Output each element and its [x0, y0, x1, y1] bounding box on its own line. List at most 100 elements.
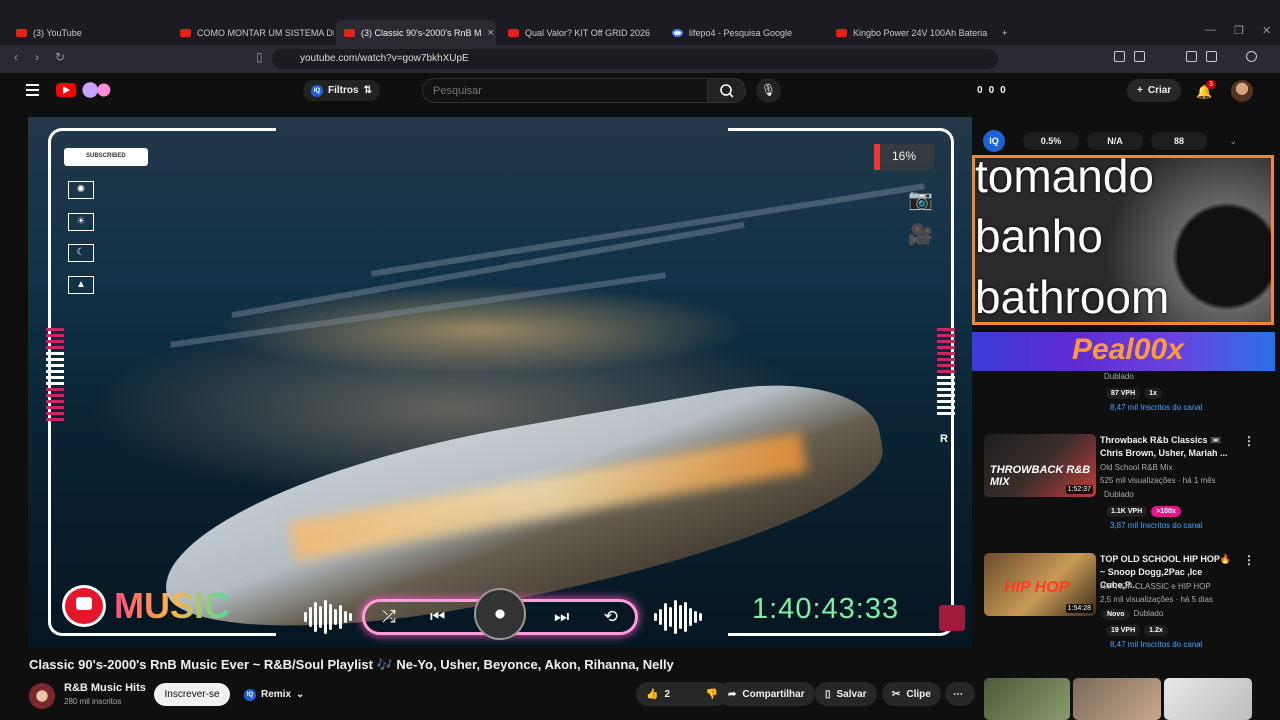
subscriber-count: 280 mil inscritos	[64, 697, 122, 706]
search-input[interactable]	[422, 78, 708, 103]
search-icon	[720, 84, 734, 98]
sidebar-icon[interactable]	[1186, 51, 1197, 62]
tab-como-montar[interactable]: COMO MONTAR UM SISTEMA DE EN	[172, 20, 334, 45]
vph-row: 1.1K VPH >100x	[1106, 506, 1185, 517]
camera-icon: 📷	[908, 189, 933, 211]
new-tab-button[interactable]: +	[994, 20, 1014, 45]
youtube-music-icon	[62, 585, 106, 627]
channel-avatar[interactable]	[29, 683, 55, 709]
forward-icon[interactable]: ›	[35, 50, 39, 64]
extension-icon[interactable]	[1134, 51, 1145, 62]
sun-icon: ☀	[68, 213, 94, 231]
minimize-icon[interactable]: —	[1205, 24, 1216, 36]
tab-kit-off-grid[interactable]: Qual Valor? KIT Off GRID 2026	[500, 20, 662, 45]
new-dubbed-row: Novo Dublado	[1102, 609, 1163, 620]
tab-kingbo-power[interactable]: Kingbo Power 24V 100Ah Bateria Lifepo4	[828, 20, 990, 45]
vph-row: 87 VPH 1x	[1106, 388, 1166, 399]
wallet-icon[interactable]	[1206, 51, 1217, 62]
remix-button[interactable]: IQ Remix ⌄	[238, 683, 310, 706]
google-favicon-icon	[672, 28, 683, 37]
reload-icon[interactable]: ↻	[55, 50, 65, 64]
address-bar-row: youtube.com/watch?v=gow7bkhXUpE	[0, 45, 1280, 73]
shuffle-icon: ⤮	[382, 607, 396, 626]
more-vert-icon[interactable]: ⋮	[1243, 434, 1255, 448]
close-tab-icon[interactable]: ×	[487, 27, 493, 39]
chevron-down-icon: ⌄	[296, 689, 305, 700]
repeat-icon: ⟲	[603, 607, 618, 626]
tab-youtube[interactable]: (3) YouTube	[8, 20, 170, 45]
thumbs-up-icon: 👍	[646, 688, 659, 700]
rec-thumbnail[interactable]: THROWBACK R&B MIX 1:52:37	[984, 434, 1096, 497]
iq-icon: IQ	[311, 84, 323, 97]
save-button[interactable]: ▯ Salvar	[815, 682, 877, 706]
youtube-favicon-icon	[16, 28, 27, 37]
rec-thumbnail[interactable]	[1073, 678, 1161, 720]
scissors-icon: ✂	[892, 688, 901, 700]
tab-google-search[interactable]: lifepo4 - Pesquisa Google	[664, 20, 826, 45]
channel-stats: 000	[977, 85, 1006, 96]
notification-badge: 3	[1206, 80, 1216, 89]
webcam-overlay: tomando banho bathroom	[972, 155, 1274, 325]
chevron-down-icon[interactable]: ⌄	[1229, 136, 1237, 147]
doodle-logo[interactable]	[80, 81, 114, 99]
rec-thumbnail[interactable]: HIP HOP 1:54:28	[984, 553, 1096, 616]
rec-thumbnail[interactable]	[1164, 678, 1252, 720]
percent-indicator: 16%	[874, 144, 934, 170]
shield-icon[interactable]	[1246, 51, 1257, 62]
bookmark-icon[interactable]: ▯	[256, 50, 263, 64]
waveform-right	[654, 600, 702, 634]
video-camera-icon: 🎥	[908, 224, 933, 246]
mic-icon[interactable]: 🎙	[756, 78, 781, 103]
create-button[interactable]: + Criar	[1127, 79, 1182, 102]
url-field[interactable]: youtube.com/watch?v=gow7bkhXUpE	[272, 49, 998, 69]
iq-stats-bar: IQ 0.5% N/A 88 ⌄	[983, 129, 1249, 153]
subscribe-button[interactable]: Inscrever-se	[154, 683, 230, 706]
restore-icon[interactable]: ❐	[1234, 24, 1244, 37]
save-icon: ▯	[825, 688, 831, 700]
dubbed-label: Dublado	[1104, 372, 1134, 381]
like-button[interactable]: 👍 2 👎	[636, 682, 728, 706]
more-vert-icon[interactable]: ⋮	[1243, 553, 1255, 567]
search-button[interactable]	[708, 78, 746, 103]
timer-display: 1:40:43:33	[752, 593, 900, 625]
plus-icon: +	[1137, 85, 1143, 96]
menu-icon[interactable]	[26, 84, 39, 96]
iq-icon: IQ	[983, 130, 1005, 152]
back-icon[interactable]: ‹	[14, 50, 18, 64]
tab-classic-rnb[interactable]: (3) Classic 90's-2000's RnB M ×	[336, 20, 496, 45]
brightness-icon: ✺	[68, 181, 94, 199]
extension-icon[interactable]	[1114, 51, 1125, 62]
share-icon: ➦	[728, 688, 737, 700]
sliders-icon: ⇅	[363, 85, 372, 96]
store-favicon-icon	[836, 28, 847, 37]
image-icon: ▲	[68, 276, 94, 294]
youtube-favicon-icon	[344, 28, 355, 37]
channel-name[interactable]: R&B Music Hits	[64, 682, 146, 694]
youtube-logo[interactable]	[56, 83, 76, 97]
rec-title[interactable]: Throwback R&b Classics 📼 Chris Brown, Us…	[1100, 434, 1235, 460]
share-button[interactable]: ➦ Compartilhar	[718, 682, 815, 706]
overlay-frame-left	[48, 128, 276, 636]
close-window-icon[interactable]: ✕	[1262, 24, 1271, 37]
vph-row: 19 VPH 1.2x	[1106, 625, 1172, 636]
youtube-favicon-icon	[508, 28, 519, 37]
marina-dock	[231, 221, 745, 319]
channel-subs: 8,47 mil Inscritos do canal	[1110, 403, 1203, 412]
subscribed-graphic: SUBSCRIBED	[64, 148, 148, 166]
next-icon: ⏭	[553, 607, 570, 626]
level-bars-left	[46, 328, 64, 424]
more-actions-button[interactable]: ⋯	[945, 682, 975, 706]
clip-button[interactable]: ✂ Clipe	[882, 682, 941, 706]
level-bars-right	[937, 328, 955, 418]
youtube-favicon-icon	[180, 28, 191, 37]
previous-icon: ⏮	[430, 607, 446, 626]
video-title: Classic 90's-2000's RnB Music Ever ~ R&B…	[29, 657, 674, 672]
music-logo: MUSIC	[62, 585, 230, 627]
filtros-button[interactable]: IQ Filtros ⇅	[303, 80, 380, 101]
thumbs-down-icon[interactable]: 👎	[706, 689, 718, 700]
iq-icon: IQ	[244, 688, 256, 701]
rec-thumbnail[interactable]	[984, 678, 1070, 720]
avatar[interactable]	[1231, 80, 1253, 102]
r-label: R	[940, 433, 948, 445]
corner-logo	[939, 605, 965, 631]
